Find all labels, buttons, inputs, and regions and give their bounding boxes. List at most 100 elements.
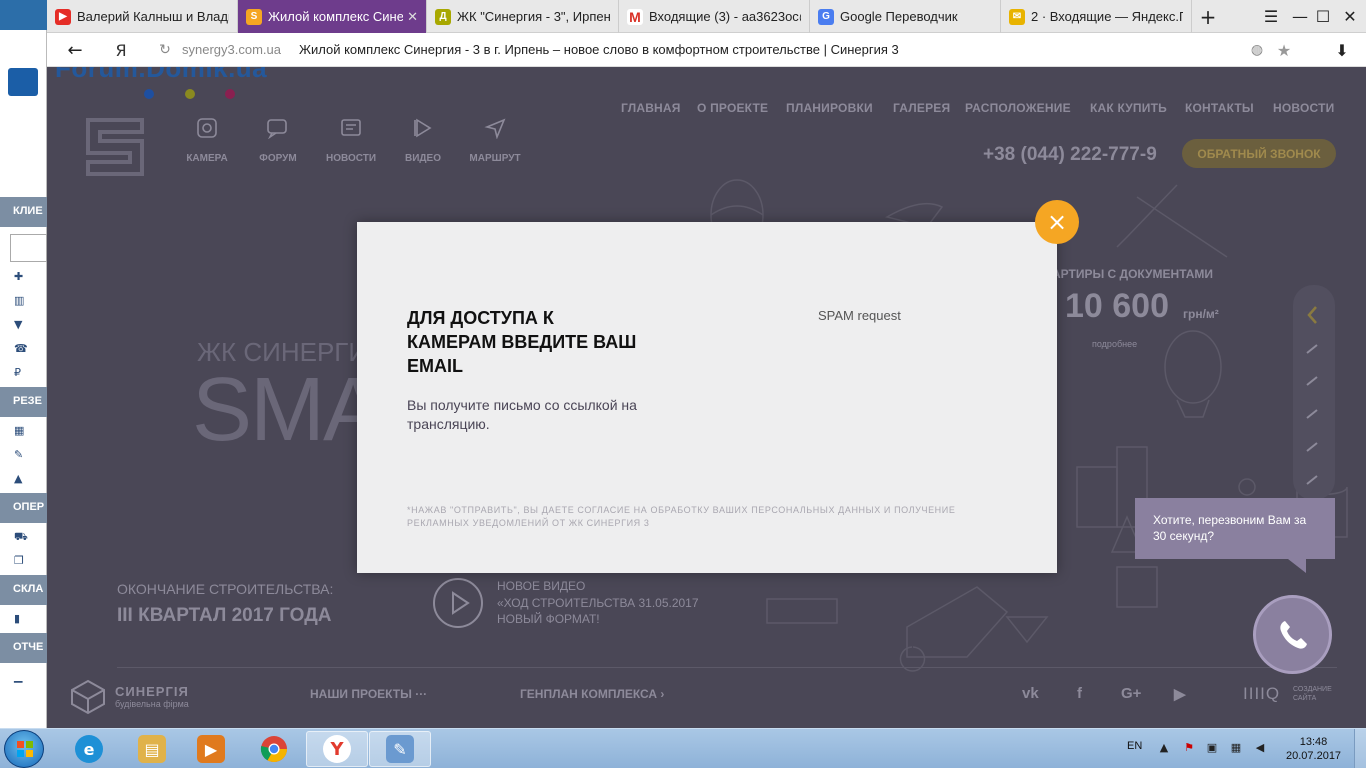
genplan-link[interactable]: ГЕНПЛАН КОМПЛЕКСА › [520, 687, 664, 701]
phone-icon[interactable]: ☎ [14, 343, 28, 355]
phone-number[interactable]: +38 (044) 222-777-9 [983, 144, 1157, 166]
language-indicator[interactable]: EN [1127, 740, 1142, 752]
reload-icon[interactable]: ↻ [155, 33, 175, 67]
callback-bubble-tail [1288, 559, 1306, 573]
browser-tab[interactable]: Д ЖК "Синергия - 3", Ирпен [427, 0, 619, 33]
watermark-dot [185, 89, 195, 99]
footer-logo-icon[interactable] [70, 679, 106, 715]
tray-flag-icon[interactable]: ⚑ [1183, 742, 1195, 754]
columns-icon[interactable]: ▥ [14, 295, 28, 307]
show-desktop-button[interactable] [1354, 729, 1366, 768]
nav-about[interactable]: О ПРОЕКТЕ [697, 101, 768, 115]
start-button[interactable] [4, 730, 44, 768]
left-search-input[interactable] [10, 234, 47, 262]
paint-icon: ✎ [386, 735, 414, 763]
bookmark-star-icon[interactable]: ★ [1274, 33, 1294, 67]
nav-main[interactable]: ГЛАВНАЯ [621, 101, 681, 115]
download-icon[interactable]: ⬇ [1331, 33, 1353, 67]
footer-brand: СИНЕРГІЯ [115, 684, 189, 699]
youtube-icon[interactable]: ▶ [1174, 685, 1186, 703]
page-title[interactable]: Жилой комплекс Синергия - 3 в г. Ирпень … [299, 42, 899, 57]
nav-news[interactable]: НОВОСТИ [1273, 101, 1334, 115]
new-tab-button[interactable]: + [1194, 0, 1222, 33]
video-teaser-line[interactable]: «ХОД СТРОИТЕЛЬСТВА 31.05.2017 [497, 596, 699, 610]
edit-icon[interactable]: ✎ [14, 449, 28, 461]
nav-plans[interactable]: ПЛАНИРОВКИ [786, 101, 873, 115]
close-window-button[interactable]: ✕ [1336, 0, 1364, 33]
browser-tab[interactable]: M Входящие (3) - aa3623oc@ [619, 0, 810, 33]
nav-location[interactable]: РАСПОЛОЖЕНИЕ [965, 101, 1071, 115]
graduation-icon[interactable]: ▲ [14, 473, 28, 485]
google-translate-icon: G [818, 8, 834, 25]
url-text[interactable]: synergy3.com.ua [182, 42, 281, 57]
taskbar-file-explorer[interactable]: ▤ [121, 731, 183, 767]
watermark-text: Forum.Domik.ua [55, 67, 268, 83]
tool-route[interactable]: МАРШРУТ [465, 117, 525, 164]
tray-expand-icon[interactable]: ▲ [1158, 742, 1170, 754]
copy-icon[interactable]: ❐ [14, 555, 28, 567]
taskbar-yandex-browser[interactable]: Y [306, 731, 368, 767]
nav-gallery[interactable]: ГАЛЕРЕЯ [893, 101, 950, 115]
nav-contacts[interactable]: КОНТАКТЫ [1185, 101, 1254, 115]
left-section-header[interactable]: КЛИЕ [0, 197, 47, 227]
price-more-link[interactable]: подробнее [1092, 339, 1137, 349]
video-teaser-line[interactable]: НОВОЕ ВИДЕО [497, 579, 585, 593]
left-section-header[interactable]: РЕЗЕ [0, 387, 47, 417]
footer-brand-sub: будівельна фірма [115, 699, 189, 709]
yandex-logo-icon[interactable]: Я [111, 33, 131, 67]
callback-button[interactable]: ОБРАТНЫЙ ЗВОНОК [1182, 139, 1336, 168]
barcode-icon[interactable]: ▮ [14, 613, 28, 625]
browser-tab[interactable]: ▶ Валерий Калныш и Влади [47, 0, 238, 33]
taskbar-chrome[interactable] [243, 731, 305, 767]
tray-network-icon[interactable]: ▦ [1230, 742, 1242, 754]
taskbar-paint[interactable]: ✎ [369, 731, 431, 767]
facebook-icon[interactable]: f [1077, 685, 1082, 702]
developer-logo[interactable]: IIIIQ [1243, 684, 1280, 704]
tab-close-icon[interactable]: ✕ [407, 9, 418, 25]
site-logo-icon[interactable] [80, 112, 150, 182]
call-button[interactable] [1253, 595, 1332, 674]
menu-icon[interactable]: ☰ [1257, 0, 1285, 33]
google-plus-icon[interactable]: G+ [1121, 685, 1141, 702]
add-user-icon[interactable]: ✚ [14, 271, 28, 283]
hero-big-text: SMA [192, 360, 383, 460]
browser-tab[interactable]: ✉ 2 · Входящие — Яндекс.По [1001, 0, 1192, 33]
watermark-dot [144, 89, 154, 99]
taskbar-media-player[interactable]: ▶ [180, 731, 242, 767]
tray-volume-icon[interactable]: ◀ [1254, 742, 1266, 754]
tool-camera[interactable]: КАМЕРА [177, 117, 237, 164]
browser-tab-active[interactable]: S Жилой комплекс Синер ✕ [238, 0, 427, 33]
browser-tab-bar: ▶ Валерий Калныш и Влади S Жилой комплек… [47, 0, 1366, 33]
modal-close-button[interactable]: × [1035, 200, 1079, 244]
tool-forum[interactable]: ФОРУМ [248, 117, 308, 164]
tool-label: НОВОСТИ [325, 153, 377, 164]
cart-icon[interactable]: ⛟ [14, 531, 28, 543]
callback-bubble[interactable]: Хотите, перезвоним Вам за 30 секунд? [1135, 498, 1335, 559]
maximize-button[interactable]: ☐ [1309, 0, 1337, 33]
left-section-header[interactable]: СКЛА [0, 575, 47, 605]
tool-video[interactable]: ВИДЕО [393, 117, 453, 164]
tab-title: 2 · Входящие — Яндекс.По [1031, 9, 1183, 24]
screen: КЛИЕ ✚ ▥ ▼ ☎ ₽ РЕЗЕ ▦ ✎ ▲ ОПЕР ⛟ ❐ СКЛА … [0, 0, 1366, 768]
our-projects-link[interactable]: НАШИ ПРОЕКТЫ ··· [310, 687, 427, 701]
nav-how-to-buy[interactable]: КАК КУПИТЬ [1090, 101, 1167, 115]
vk-icon[interactable]: vk [1022, 685, 1039, 702]
tool-news[interactable]: НОВОСТИ [321, 117, 381, 164]
left-section-header[interactable]: ОТЧЕ [0, 633, 47, 663]
play-video-button[interactable] [433, 578, 483, 628]
left-section-header[interactable]: ОПЕР [0, 493, 47, 523]
browser-tab[interactable]: G Google Переводчик [810, 0, 1001, 33]
ruble-icon[interactable]: ₽ [14, 367, 28, 379]
taskbar-internet-explorer[interactable]: e [58, 731, 120, 767]
protect-icon[interactable]: ◍ [1247, 33, 1267, 67]
media-player-icon: ▶ [197, 735, 225, 763]
developer-caption-line: САЙТА [1293, 695, 1317, 702]
back-button[interactable]: ← [61, 33, 89, 67]
system-clock[interactable]: 13:48 20.07.2017 [1286, 735, 1341, 763]
video-teaser-line[interactable]: НОВЫЙ ФОРМАТ! [497, 612, 600, 626]
calendar-icon[interactable]: ▦ [14, 425, 28, 437]
chart-icon[interactable]: ▁ [14, 671, 28, 683]
forum-icon: Д [435, 8, 451, 25]
filter-icon[interactable]: ▼ [14, 319, 28, 331]
tray-device-icon[interactable]: ▣ [1206, 742, 1218, 754]
